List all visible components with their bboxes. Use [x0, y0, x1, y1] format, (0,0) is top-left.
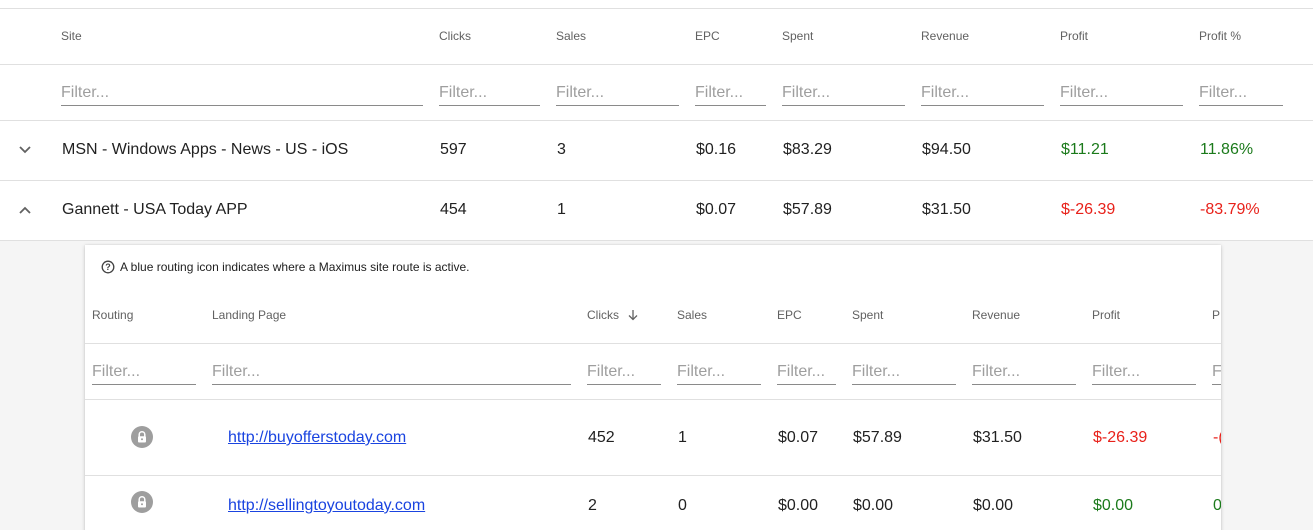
help-circle-icon: ? — [101, 260, 115, 274]
landing-page-link[interactable]: http://sellingtoyoutoday.com — [228, 497, 425, 515]
profit-pct-value: 11.86% — [1200, 141, 1254, 158]
inner-header-divider — [85, 343, 1221, 344]
col-header-profit[interactable]: Profit — [1060, 29, 1088, 43]
col-header-profit[interactable]: Profit — [1092, 308, 1120, 322]
col-header-profit-pct[interactable]: Profit % — [1199, 29, 1241, 43]
lock-icon[interactable] — [131, 426, 153, 448]
lock-icon[interactable] — [131, 491, 153, 513]
filter-revenue[interactable]: Filter... — [972, 361, 1076, 385]
inner-filter-divider — [85, 399, 1221, 400]
arrow-down-icon — [628, 310, 638, 321]
spent-value: $83.29 — [783, 141, 832, 158]
profit-pct-value: -83.79% — [1200, 201, 1260, 218]
row-divider — [0, 180, 1313, 181]
profit-pct-value: -( — [1213, 429, 1221, 446]
col-header-revenue[interactable]: Revenue — [972, 308, 1020, 322]
filter-divider — [0, 120, 1313, 121]
filter-profit[interactable]: Filter... — [1092, 361, 1196, 385]
spent-value: $57.89 — [783, 201, 832, 218]
landing-page-link[interactable]: http://buyofferstoday.com — [228, 429, 406, 447]
sales-value: 1 — [678, 429, 687, 446]
profit-pct-value: 0 — [1213, 497, 1221, 514]
site-name: MSN - Windows Apps - News - US - iOS — [62, 141, 349, 158]
chevron-up-icon[interactable] — [18, 205, 32, 215]
revenue-value: $31.50 — [922, 201, 971, 218]
epc-value: $0.16 — [696, 141, 737, 158]
col-header-routing[interactable]: Routing — [92, 308, 133, 322]
epc-value: $0.00 — [778, 497, 819, 514]
revenue-value: $31.50 — [973, 429, 1022, 446]
filter-sales[interactable]: Filter... — [556, 82, 679, 106]
filter-revenue[interactable]: Filter... — [921, 82, 1044, 106]
filter-landing-page[interactable]: Filter... — [212, 361, 571, 385]
col-header-landing-page[interactable]: Landing Page — [212, 308, 286, 322]
clicks-value: 452 — [588, 429, 615, 446]
filter-clicks[interactable]: Filter... — [587, 361, 661, 385]
filter-profit[interactable]: Filter... — [1060, 82, 1183, 106]
profit-value: $11.21 — [1061, 141, 1109, 158]
clicks-value: 454 — [440, 201, 467, 218]
spent-value: $0.00 — [853, 497, 894, 514]
filter-spent[interactable]: Filter... — [782, 82, 905, 106]
site-name: Gannett - USA Today APP — [62, 201, 248, 218]
col-header-sales[interactable]: Sales — [677, 308, 707, 322]
top-divider — [0, 8, 1313, 9]
col-header-epc[interactable]: EPC — [695, 29, 720, 43]
col-header-clicks[interactable]: Clicks — [439, 29, 471, 43]
col-header-revenue[interactable]: Revenue — [921, 29, 969, 43]
sales-value: 1 — [557, 201, 566, 218]
sales-value: 3 — [557, 141, 566, 158]
col-header-spent[interactable]: Spent — [852, 308, 883, 322]
svg-text:?: ? — [105, 262, 111, 272]
filter-clicks[interactable]: Filter... — [439, 82, 540, 106]
revenue-value: $94.50 — [922, 141, 971, 158]
col-header-epc[interactable]: EPC — [777, 308, 802, 322]
filter-profit-pct[interactable]: F — [1212, 361, 1221, 385]
filter-spent[interactable]: Filter... — [852, 361, 956, 385]
filter-epc[interactable]: Filter... — [695, 82, 766, 106]
epc-value: $0.07 — [696, 201, 737, 218]
header-divider — [0, 64, 1313, 65]
inner-row-divider — [85, 475, 1221, 476]
landing-page-detail-table: ? A blue routing icon indicates where a … — [85, 245, 1221, 530]
clicks-value: 597 — [440, 141, 467, 158]
spent-value: $57.89 — [853, 429, 902, 446]
filter-epc[interactable]: Filter... — [777, 361, 836, 385]
routing-note: A blue routing icon indicates where a Ma… — [120, 260, 470, 274]
profit-value: $-26.39 — [1061, 201, 1116, 218]
revenue-value: $0.00 — [973, 497, 1014, 514]
chevron-down-icon[interactable] — [18, 145, 32, 155]
col-header-spent[interactable]: Spent — [782, 29, 813, 43]
clicks-value: 2 — [588, 497, 597, 514]
filter-routing[interactable]: Filter... — [92, 361, 196, 385]
filter-sales[interactable]: Filter... — [677, 361, 761, 385]
profit-value: $-26.39 — [1093, 429, 1148, 446]
col-header-profit-pct[interactable]: P — [1212, 308, 1220, 322]
filter-site[interactable]: Filter... — [61, 82, 423, 106]
profit-value: $0.00 — [1093, 497, 1134, 514]
epc-value: $0.07 — [778, 429, 819, 446]
col-header-clicks-label: Clicks — [587, 308, 619, 322]
sales-value: 0 — [678, 497, 687, 514]
col-header-site[interactable]: Site — [61, 29, 82, 43]
col-header-clicks[interactable]: Clicks — [587, 308, 639, 322]
filter-profit-pct[interactable]: Filter... — [1199, 82, 1283, 106]
col-header-sales[interactable]: Sales — [556, 29, 586, 43]
